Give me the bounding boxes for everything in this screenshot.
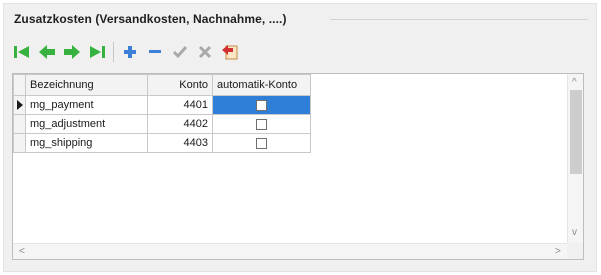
scroll-down-button[interactable]: v bbox=[572, 228, 577, 238]
cell-konto[interactable]: 4401 bbox=[147, 95, 213, 115]
table-row[interactable]: mg_payment 4401 bbox=[13, 95, 311, 115]
row-indicator bbox=[13, 114, 26, 134]
row-indicator bbox=[13, 95, 26, 115]
automatik-konto-checkbox[interactable] bbox=[256, 137, 267, 149]
scroll-up-button[interactable]: ^ bbox=[572, 78, 577, 88]
cell-bezeichnung[interactable]: mg_payment bbox=[25, 95, 148, 115]
vertical-scroll-thumb[interactable] bbox=[570, 90, 582, 174]
cell-konto[interactable]: 4402 bbox=[147, 114, 213, 134]
cell-bezeichnung[interactable]: mg_shipping bbox=[25, 133, 148, 153]
table-row[interactable]: mg_shipping 4403 bbox=[13, 133, 311, 153]
scroll-right-button[interactable]: > bbox=[555, 247, 561, 257]
cell-automatik-konto[interactable] bbox=[212, 95, 311, 115]
minus-icon bbox=[149, 50, 161, 53]
cell-automatik-konto[interactable] bbox=[212, 114, 311, 134]
indicator-header bbox=[13, 74, 26, 96]
last-icon bbox=[90, 46, 105, 58]
x-icon bbox=[198, 45, 212, 59]
next-record-button[interactable] bbox=[62, 42, 82, 62]
current-row-arrow-icon bbox=[16, 100, 23, 111]
scrollbar-corner bbox=[567, 243, 583, 259]
refresh-button[interactable] bbox=[220, 42, 240, 62]
vertical-scrollbar[interactable]: ^ v bbox=[567, 74, 583, 243]
refresh-icon bbox=[222, 45, 238, 60]
horizontal-scrollbar[interactable]: < > bbox=[13, 243, 569, 259]
data-grid[interactable]: Bezeichnung Konto automatik-Konto mg_pay… bbox=[12, 73, 584, 260]
cancel-edit-button[interactable] bbox=[195, 42, 215, 62]
groupbox-rule bbox=[330, 19, 588, 20]
post-edit-button[interactable] bbox=[170, 42, 190, 62]
navigator-toolbar bbox=[12, 40, 245, 64]
first-record-button[interactable] bbox=[12, 42, 32, 62]
column-header-bezeichnung[interactable]: Bezeichnung bbox=[25, 74, 148, 96]
insert-record-button[interactable] bbox=[120, 42, 140, 62]
plus-icon bbox=[124, 46, 136, 58]
row-indicator bbox=[13, 133, 26, 153]
toolbar-separator bbox=[113, 42, 114, 62]
automatik-konto-checkbox[interactable] bbox=[256, 99, 267, 111]
next-icon bbox=[64, 45, 80, 59]
automatik-konto-checkbox[interactable] bbox=[256, 118, 267, 130]
first-icon bbox=[14, 46, 29, 58]
delete-record-button[interactable] bbox=[145, 42, 165, 62]
cell-konto[interactable]: 4403 bbox=[147, 133, 213, 153]
column-header-automatik-konto[interactable]: automatik-Konto bbox=[212, 74, 311, 96]
grid-table: Bezeichnung Konto automatik-Konto mg_pay… bbox=[13, 74, 311, 153]
table-row[interactable]: mg_adjustment 4402 bbox=[13, 114, 311, 134]
scroll-left-button[interactable]: < bbox=[19, 247, 25, 257]
check-icon bbox=[172, 46, 188, 59]
last-record-button[interactable] bbox=[87, 42, 107, 62]
cell-automatik-konto[interactable] bbox=[212, 133, 311, 153]
groupbox-title: Zusatzkosten (Versandkosten, Nachnahme, … bbox=[14, 12, 287, 26]
prior-icon bbox=[39, 45, 55, 59]
grid-header-row: Bezeichnung Konto automatik-Konto bbox=[13, 74, 311, 96]
column-header-konto[interactable]: Konto bbox=[147, 74, 213, 96]
prior-record-button[interactable] bbox=[37, 42, 57, 62]
cell-bezeichnung[interactable]: mg_adjustment bbox=[25, 114, 148, 134]
